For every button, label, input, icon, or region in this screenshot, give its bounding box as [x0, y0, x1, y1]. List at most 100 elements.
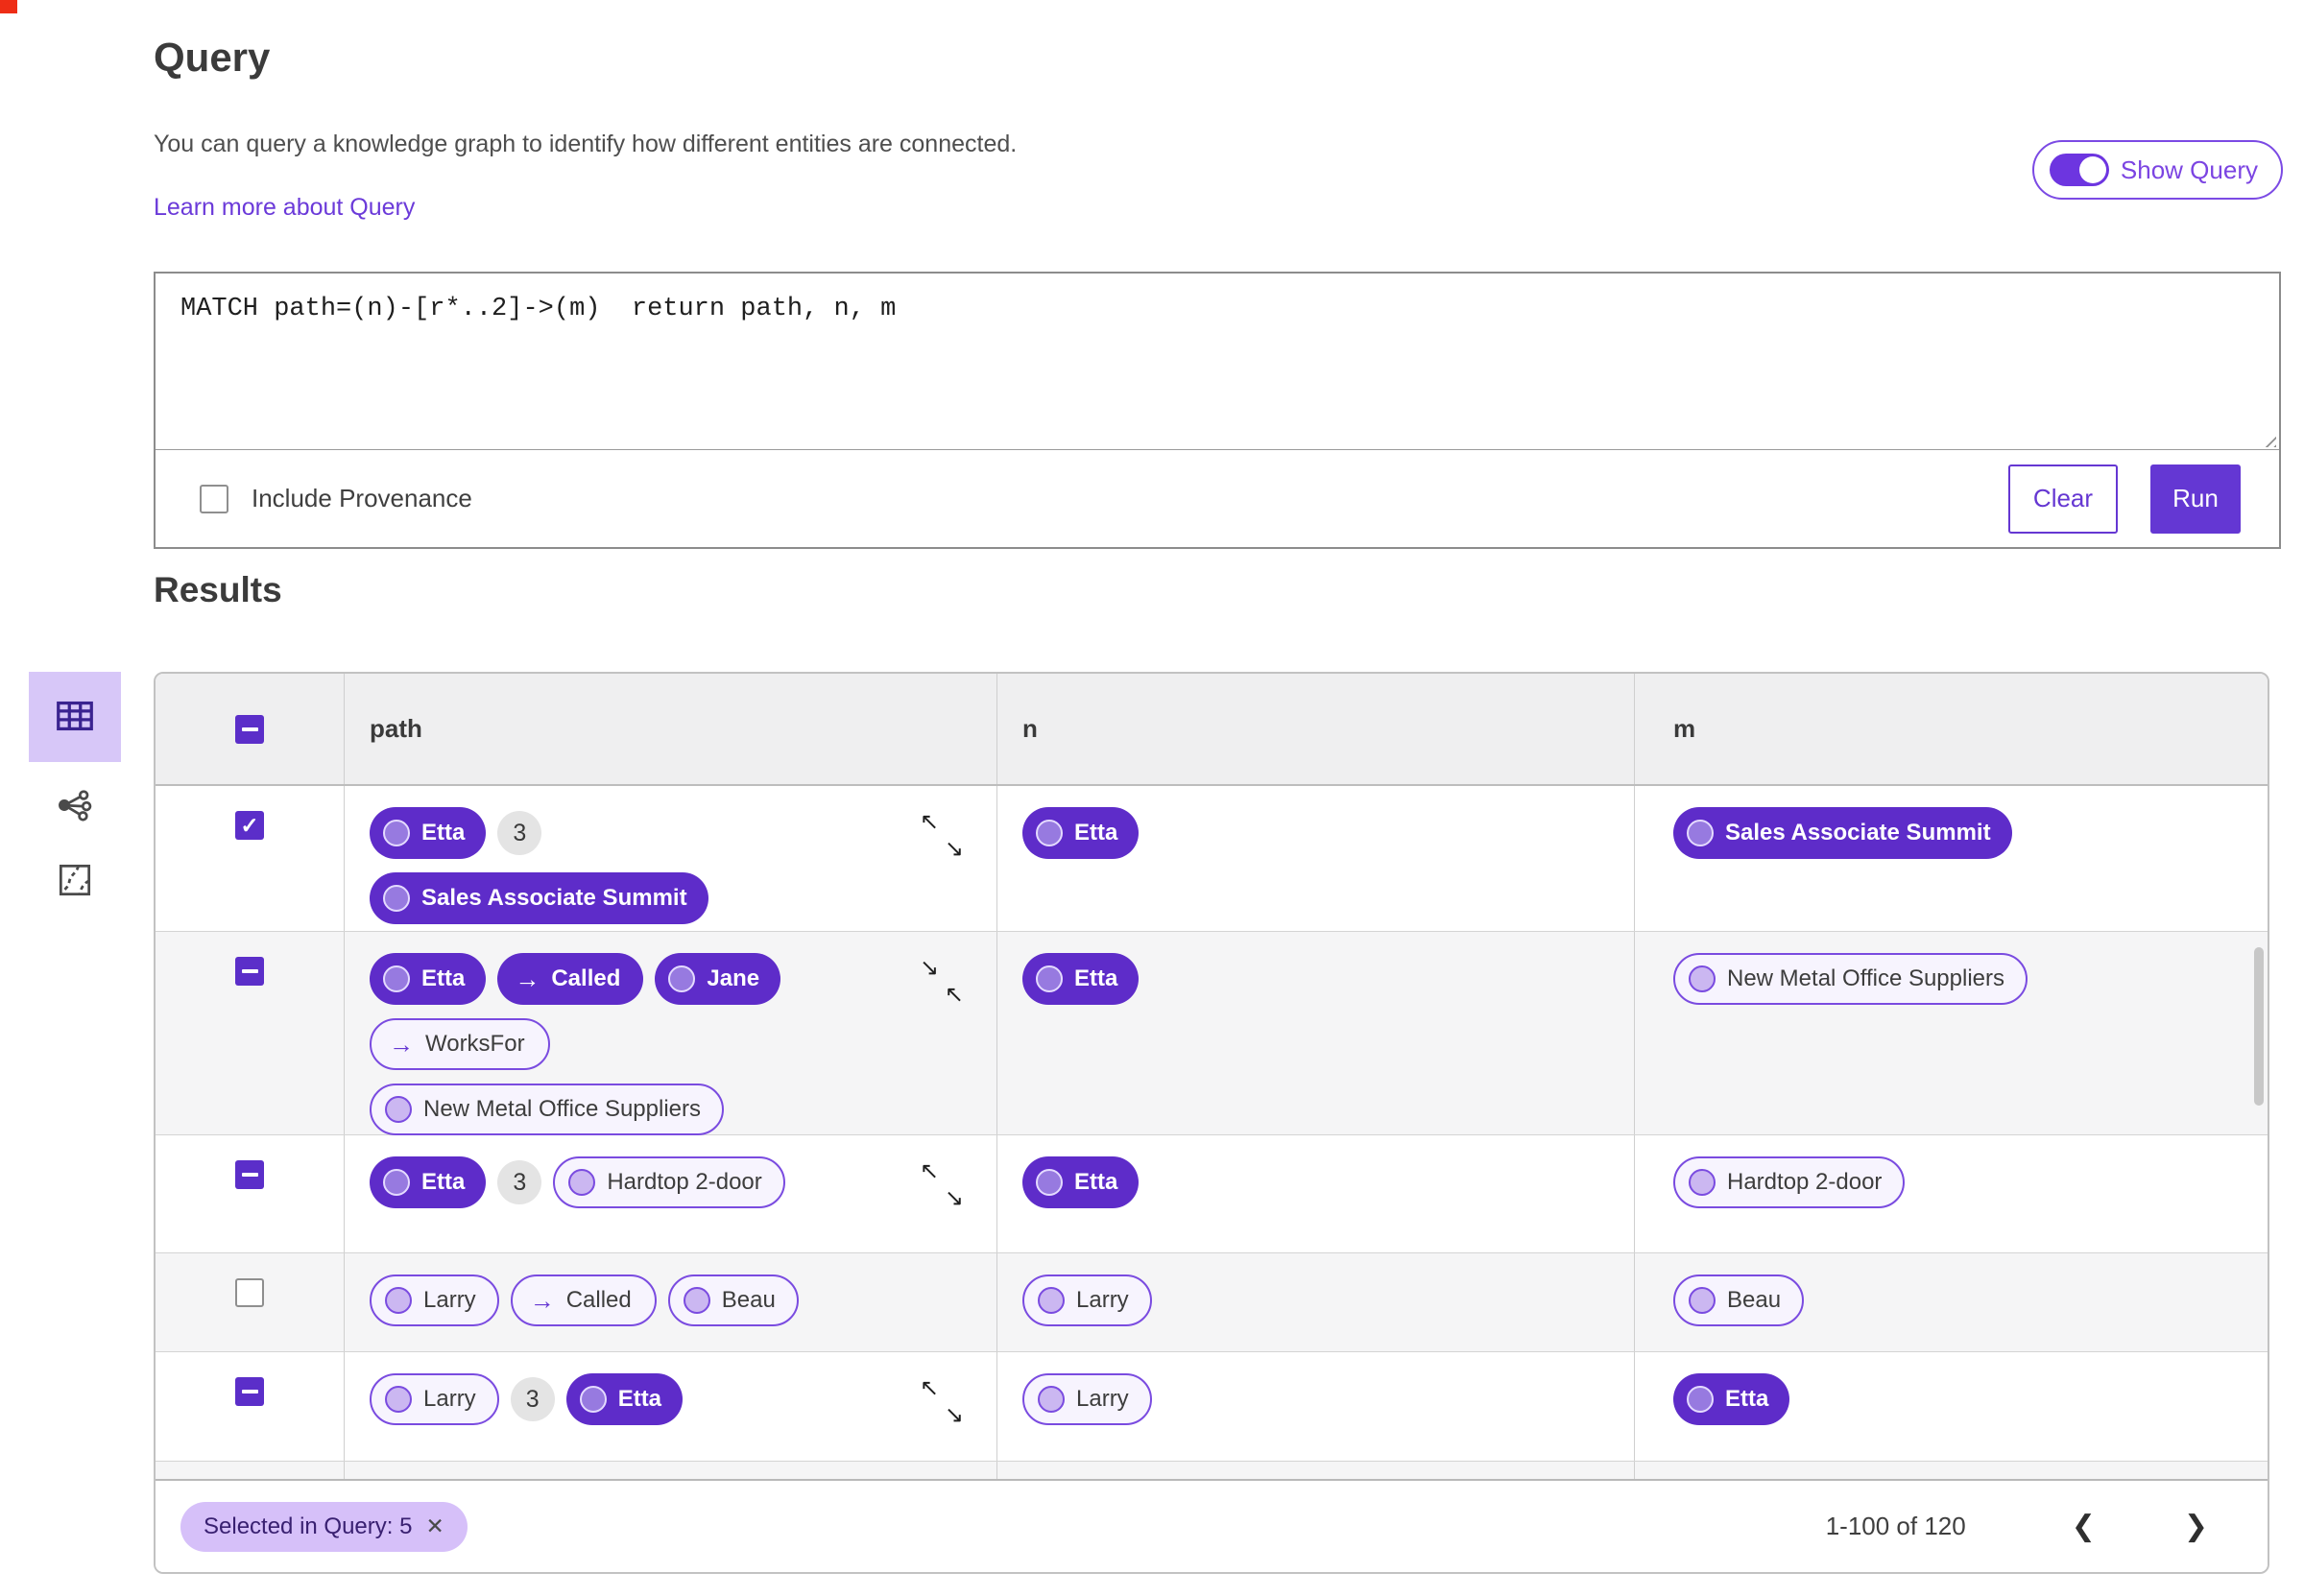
arrow-glyph: ↘ — [944, 836, 964, 862]
learn-more-link[interactable]: Learn more about Query — [154, 194, 415, 222]
node-pill[interactable]: Hardtop 2-door — [1673, 1156, 1906, 1208]
node-pill[interactable]: Larry — [370, 1274, 499, 1326]
node-pill[interactable]: Etta — [370, 953, 487, 1005]
arrow-glyph: ↘ — [920, 955, 940, 981]
node-pill[interactable]: Larry — [1022, 1274, 1152, 1326]
pill-label: Larry — [423, 1386, 476, 1412]
m-cell: Hardtop 2-door — [1634, 1135, 2268, 1252]
m-cell: Sales Associate Summit — [1634, 786, 2268, 931]
arrow-right-icon: → — [515, 964, 540, 993]
node-circle-icon — [1689, 1287, 1716, 1314]
pagination-range: 1-100 of 120 — [1825, 1512, 1966, 1540]
toggle-switch-icon[interactable] — [2049, 154, 2109, 186]
n-cell: Larry — [996, 1352, 1634, 1461]
pill-label: Etta — [1074, 820, 1118, 846]
minus-icon — [241, 1173, 258, 1177]
count-badge: 3 — [510, 1377, 555, 1421]
node-pill[interactable]: Beau — [667, 1274, 799, 1326]
column-header-path: path — [344, 674, 996, 784]
toggle-knob — [2078, 156, 2106, 183]
table-scrollbar[interactable] — [2254, 947, 2264, 1106]
expand-icon[interactable]: ↖ ↘ — [920, 811, 964, 861]
table-row — [156, 1462, 2268, 1479]
path-line: Larry → Called Beau — [370, 1274, 799, 1326]
row-select-cell: ✓ — [156, 786, 344, 931]
clear-button[interactable]: Clear — [2008, 464, 2118, 534]
arrow-right-icon: → — [389, 1029, 414, 1059]
path-line: Etta → Called Jane — [370, 953, 781, 1005]
path-line: → WorksFor — [370, 1018, 550, 1070]
node-pill[interactable]: Larry — [370, 1373, 499, 1425]
node-pill[interactable]: New Metal Office Suppliers — [1673, 953, 2028, 1005]
row-checkbox[interactable] — [235, 957, 264, 986]
row-checkbox[interactable]: ✓ — [235, 811, 264, 840]
node-pill[interactable]: Etta — [565, 1373, 684, 1425]
results-footer: Selected in Query: 5 ✕ 1-100 of 120 ❮ ❯ — [156, 1479, 2268, 1572]
node-pill[interactable]: Etta — [1022, 807, 1140, 859]
row-checkbox[interactable] — [235, 1278, 264, 1307]
pill-label: Sales Associate Summit — [421, 885, 687, 911]
row-checkbox[interactable] — [235, 1377, 264, 1406]
node-pill[interactable]: Sales Associate Summit — [1673, 807, 2012, 859]
node-pill[interactable]: Etta — [1022, 1156, 1140, 1208]
node-pill[interactable]: Etta — [370, 1156, 487, 1208]
map-view-button[interactable] — [29, 850, 121, 912]
node-circle-icon — [668, 965, 696, 992]
node-pill[interactable]: Larry — [1022, 1373, 1152, 1425]
row-select-cell — [156, 1462, 344, 1479]
row-select-cell — [156, 1253, 344, 1351]
include-provenance-checkbox[interactable] — [200, 484, 228, 513]
node-pill[interactable]: Jane — [655, 953, 781, 1005]
chip-label: Selected in Query: 5 — [204, 1513, 413, 1539]
pill-label: Hardtop 2-door — [607, 1169, 762, 1195]
arrow-glyph: ↘ — [944, 1185, 964, 1211]
select-all-checkbox[interactable] — [235, 714, 264, 744]
query-input[interactable]: MATCH path=(n)-[r*..2]->(m) return path,… — [156, 274, 2279, 450]
graph-view-button[interactable] — [29, 775, 121, 837]
path-cell: Etta → Called Jane → WorksFor New Metal Office… — [344, 932, 996, 1135]
m-cell: Beau — [1634, 1253, 2268, 1351]
node-circle-icon — [385, 1096, 412, 1123]
row-checkbox[interactable] — [235, 1160, 264, 1189]
node-pill[interactable]: New Metal Office Suppliers — [370, 1084, 725, 1135]
node-circle-icon — [1689, 1169, 1716, 1196]
node-circle-icon — [383, 1169, 410, 1196]
n-cell: Larry — [996, 1253, 1634, 1351]
edge-pill[interactable]: → Called — [497, 953, 644, 1005]
collapse-icon[interactable]: ↘ ↖ — [920, 957, 964, 1007]
edge-pill[interactable]: → Called — [510, 1274, 657, 1326]
results-title: Results — [154, 570, 282, 609]
node-pill[interactable]: Etta — [370, 807, 487, 859]
path-cell: Larry → Called Beau — [344, 1253, 996, 1351]
pill-label: Etta — [421, 965, 466, 991]
table-row: ✓ Etta 3 Sales Associate Summit ↖ ↘ Etta Sales … — [156, 786, 2268, 932]
close-icon[interactable]: ✕ — [425, 1513, 444, 1539]
prev-page-button[interactable]: ❮ — [2072, 1510, 2096, 1543]
arrow-glyph: ↖ — [920, 1375, 940, 1401]
edge-pill[interactable]: → WorksFor — [370, 1018, 550, 1070]
pill-label: Called — [565, 1287, 632, 1313]
arrow-glyph: ↘ — [944, 1402, 964, 1428]
query-editor-footer: Include Provenance Clear Run — [156, 450, 2279, 547]
n-cell: Etta — [996, 932, 1634, 1134]
pill-label: Beau — [721, 1287, 776, 1313]
expand-icon[interactable]: ↖ ↘ — [920, 1160, 964, 1210]
next-page-button[interactable]: ❯ — [2184, 1510, 2208, 1543]
row-select-cell — [156, 1352, 344, 1461]
node-pill[interactable]: Beau — [1673, 1274, 1805, 1326]
node-circle-icon — [1687, 820, 1714, 846]
node-pill[interactable]: Sales Associate Summit — [370, 872, 708, 924]
selected-in-query-chip[interactable]: Selected in Query: 5 ✕ — [180, 1501, 468, 1552]
expand-icon[interactable]: ↖ ↘ — [920, 1377, 964, 1427]
node-pill[interactable]: Hardtop 2-door — [553, 1156, 785, 1208]
node-pill[interactable]: Etta — [1673, 1373, 1790, 1425]
run-button[interactable]: Run — [2150, 464, 2241, 534]
row-select-cell — [156, 1135, 344, 1252]
pill-label: Beau — [1727, 1287, 1782, 1313]
path-line: Larry 3 Etta — [370, 1373, 684, 1425]
table-view-button[interactable] — [29, 672, 121, 762]
show-query-toggle[interactable]: Show Query — [2031, 140, 2283, 200]
node-pill[interactable]: Etta — [1022, 953, 1140, 1005]
table-header: path n m — [156, 674, 2268, 786]
column-header-n: n — [996, 674, 1634, 784]
